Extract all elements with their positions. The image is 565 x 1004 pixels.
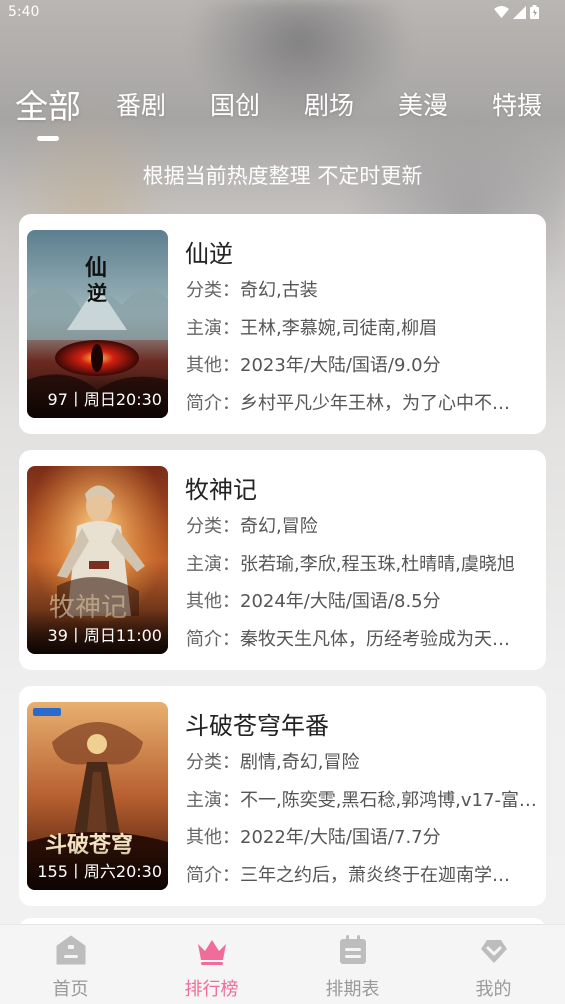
cast-row: 主演：王林,李慕婉,司徒南,柳眉 (186, 318, 438, 339)
active-tab-indicator (37, 136, 59, 141)
tab-juchang[interactable]: 剧场 (304, 86, 354, 122)
home-icon (56, 935, 85, 965)
synopsis-row: 简介：三年之约后，萧炎终于在迦南学… (186, 865, 510, 886)
nav-ranking[interactable]: 排行榜 (141, 925, 282, 1004)
crown-icon (197, 940, 226, 965)
tab-fanju[interactable]: 番剧 (116, 86, 166, 122)
anime-title[interactable]: 仙逆 (185, 234, 233, 269)
anime-card[interactable]: 牧神记 39丨周日11:00 牧神记 分类：奇幻,冒险 主演：张若瑜,李欣,程玉… (19, 450, 546, 670)
status-bar: 5:40 (0, 0, 565, 26)
category-tabs: 全部 番剧 国创 剧场 美漫 特摄 (0, 86, 565, 146)
status-time: 5:40 (8, 4, 40, 20)
status-icons (494, 5, 539, 19)
nav-home[interactable]: 首页 (0, 925, 141, 1004)
nav-mine[interactable]: 我的 (423, 925, 564, 1004)
wifi-icon (494, 5, 509, 18)
category-row: 分类：奇幻,古装 (186, 280, 318, 301)
episode-schedule: 97丨周日20:30 (47, 390, 162, 409)
synopsis-row: 简介：乡村平凡少年王林，为了心中不… (186, 393, 510, 414)
cast-row: 主演：不一,陈奕雯,黑石稔,郭鸿博,v17-富… (186, 790, 536, 811)
nav-home-label: 首页 (52, 979, 89, 1000)
category-row: 分类：奇幻,冒险 (186, 516, 318, 537)
calendar-icon (339, 935, 366, 964)
nav-mine-label: 我的 (475, 979, 512, 1000)
nav-ranking-label: 排行榜 (184, 979, 239, 1000)
anime-card[interactable]: 斗破苍穹 155丨周六20:30 斗破苍穹年番 分类：剧情,奇幻,冒险 主演：不… (19, 686, 546, 906)
tab-all[interactable]: 全部 (15, 80, 81, 128)
tab-guochuang[interactable]: 国创 (210, 86, 260, 122)
poster-image: 仙 逆 97丨周日20:30 (27, 230, 168, 418)
poster-image: 斗破苍穹 155丨周六20:30 (27, 702, 168, 890)
ranking-subtitle: 根据当前热度整理 不定时更新 (142, 164, 423, 188)
category-row: 分类：剧情,奇幻,冒险 (186, 752, 360, 773)
heart-icon (480, 940, 507, 963)
synopsis-row: 简介：秦牧天生凡体，历经考验成为天… (186, 629, 510, 650)
bottom-navigation: 首页 排行榜 排期表 我的 (0, 924, 565, 1004)
svg-text:逆: 逆 (87, 281, 107, 305)
other-row: 其他：2024年/大陆/国语/8.5分 (186, 591, 441, 612)
anime-title[interactable]: 斗破苍穹年番 (185, 706, 329, 741)
anime-title[interactable]: 牧神记 (185, 470, 257, 505)
cast-row: 主演：张若瑜,李欣,程玉珠,杜晴晴,虞晓旭 (186, 554, 515, 575)
episode-schedule: 39丨周日11:00 (47, 626, 162, 645)
signal-icon (513, 5, 526, 19)
battery-icon (530, 5, 539, 19)
nav-schedule[interactable]: 排期表 (282, 925, 423, 1004)
tab-teshe[interactable]: 特摄 (492, 86, 542, 122)
tab-meiman[interactable]: 美漫 (398, 86, 448, 122)
nav-schedule-label: 排期表 (325, 979, 380, 1000)
poster-image: 牧神记 39丨周日11:00 (27, 466, 168, 654)
other-row: 其他：2022年/大陆/国语/7.7分 (186, 827, 441, 848)
anime-card[interactable]: 仙 逆 97丨周日20:30 仙逆 分类：奇幻,古装 主演：王林,李慕婉,司徒南… (19, 214, 546, 434)
poster-title-art: 仙 (85, 255, 107, 281)
other-row: 其他：2023年/大陆/国语/9.0分 (186, 355, 441, 376)
episode-schedule: 155丨周六20:30 (37, 862, 162, 881)
